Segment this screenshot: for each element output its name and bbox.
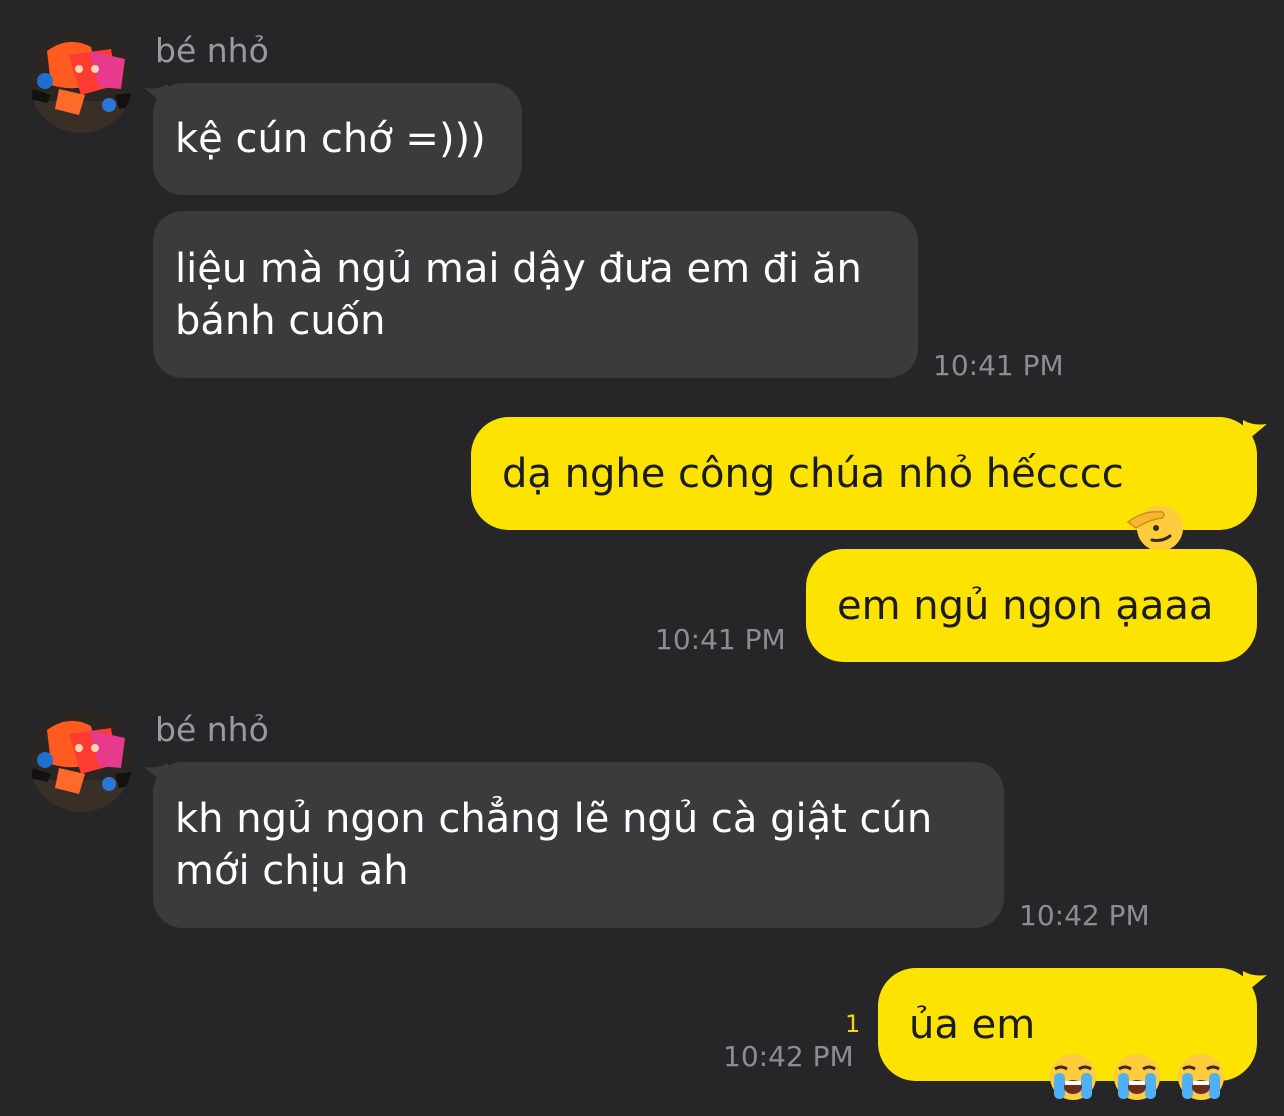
message-timestamp: 10:41 PM: [655, 623, 786, 656]
message-text: dạ nghe công chúa nhỏ hếcccc: [502, 450, 1124, 497]
message-bubble[interactable]: kệ cún chớ =))): [153, 83, 522, 195]
message-timestamp: 10:42 PM: [1019, 899, 1150, 932]
message-bubble[interactable]: liệu mà ngủ mai dậy đưa em đi ăn bánh cu…: [153, 211, 918, 378]
message-bubble[interactable]: em ngủ ngon ạaaa: [806, 549, 1257, 662]
message-bubble[interactable]: dạ nghe công chúa nhỏ hếcccc: [471, 417, 1257, 551]
message-text: ủa em: [909, 1001, 1036, 1048]
loudly-crying-face-emoji: [1047, 999, 1099, 1100]
avatar-photo: [29, 29, 133, 133]
saluting-face-emoji: [1126, 446, 1184, 551]
message-bubble[interactable]: ủa em: [878, 968, 1257, 1100]
message-timestamp: 10:41 PM: [933, 349, 1064, 382]
unread-count: 1: [845, 1010, 861, 1038]
message-bubble[interactable]: kh ngủ ngon chẳng lẽ ngủ cà giật cún mới…: [153, 762, 1004, 928]
sender-avatar[interactable]: [29, 29, 133, 133]
avatar-photo: [29, 708, 133, 812]
sender-name: bé nhỏ: [155, 31, 269, 70]
bubble-tail: [1243, 420, 1267, 444]
message-timestamp: 10:42 PM: [723, 1040, 854, 1073]
sender-name: bé nhỏ: [155, 710, 269, 749]
sender-avatar[interactable]: [29, 708, 133, 812]
bubble-tail: [1243, 971, 1267, 995]
loudly-crying-face-emoji: [1175, 999, 1227, 1100]
loudly-crying-face-emoji: [1111, 999, 1163, 1100]
